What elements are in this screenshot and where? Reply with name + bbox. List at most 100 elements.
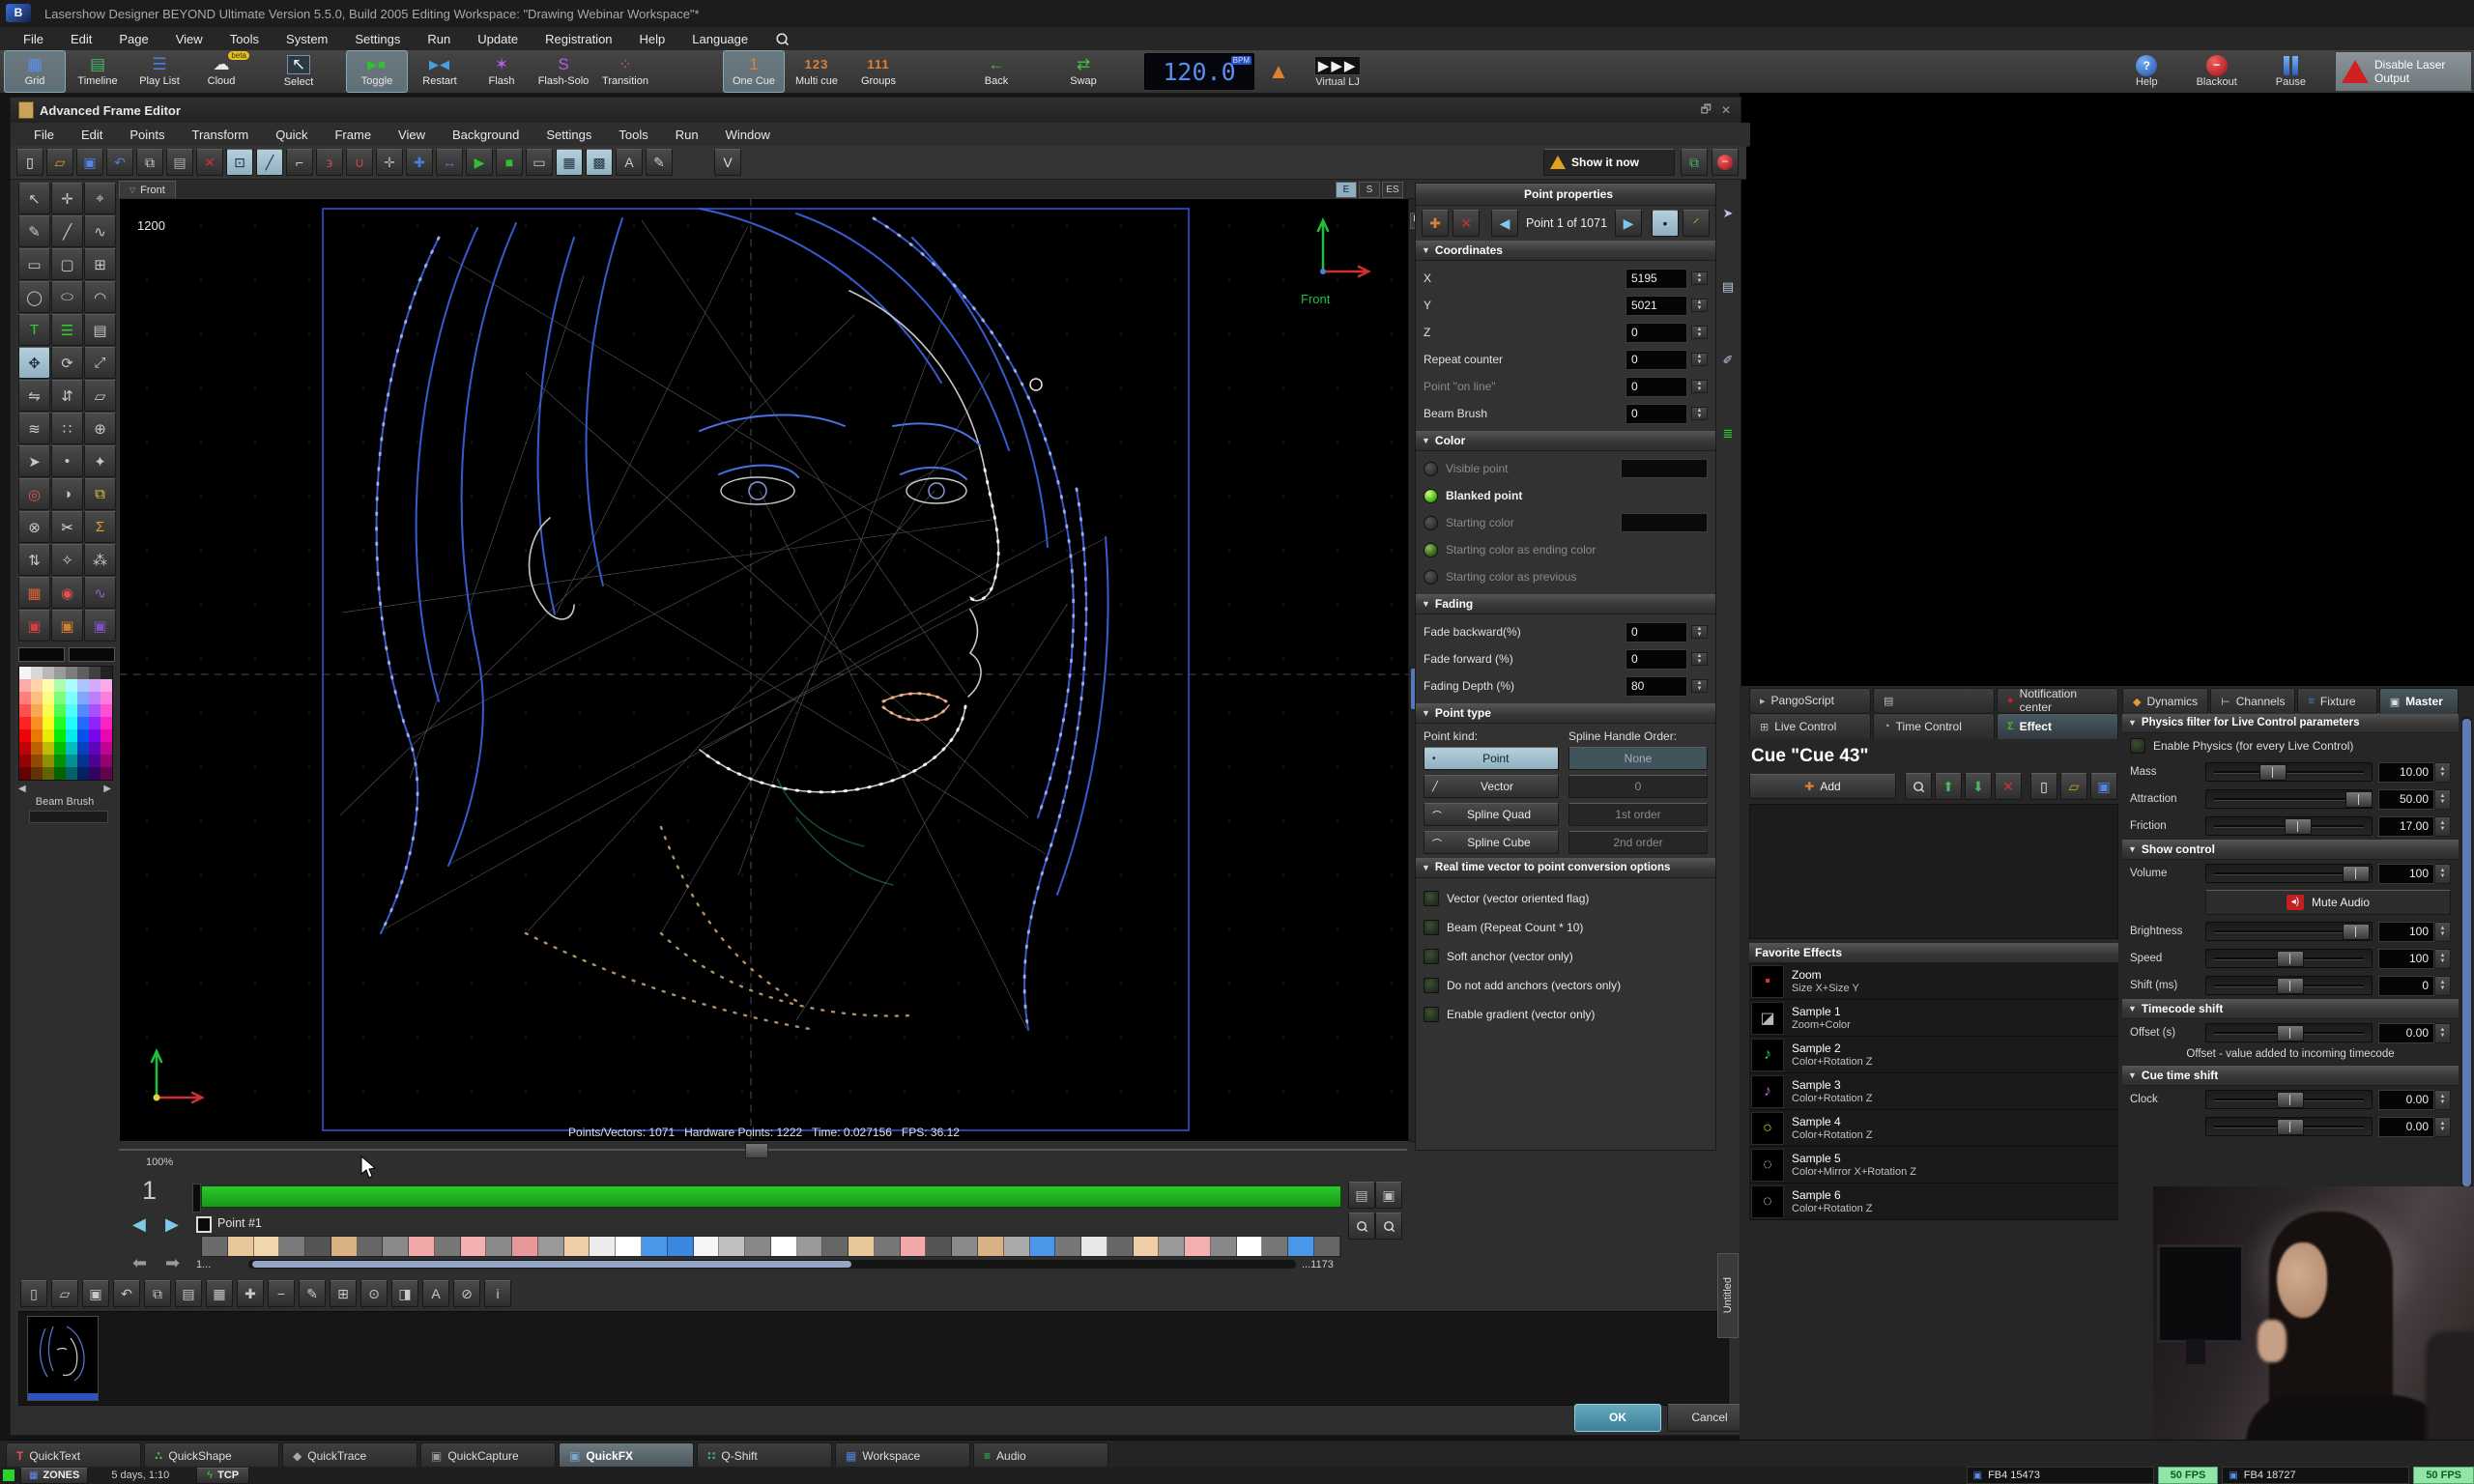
rounded-rect-tool-button[interactable]: ▢ xyxy=(51,248,83,280)
point-kind-vector[interactable]: ╱Vector xyxy=(1424,775,1559,798)
timeline-green-bar[interactable] xyxy=(201,1185,1341,1208)
palette-swatch[interactable] xyxy=(31,742,43,755)
notification-center-tab[interactable]: ●Notification center xyxy=(1997,688,2118,712)
rt-option-do-not-add-anchors-vectors-only[interactable]: Do not add anchors (vectors only) xyxy=(1416,971,1715,1000)
ok-button[interactable]: OK xyxy=(1574,1404,1661,1432)
palette-swatch[interactable] xyxy=(31,717,43,729)
menu-item-registration[interactable]: Registration xyxy=(532,29,625,49)
speed-value[interactable]: 100 xyxy=(2378,949,2434,969)
multi-cue-button[interactable]: 123Multi cue xyxy=(787,51,847,92)
palette-swatch[interactable] xyxy=(54,755,66,767)
nav-next-point-icon[interactable]: ▶ xyxy=(165,1214,179,1235)
copy-button[interactable]: ⧉ xyxy=(136,149,163,176)
time-control-tab[interactable]: ◔Time Control xyxy=(1873,713,1995,739)
afe-menu-points[interactable]: Points xyxy=(116,125,178,145)
half-frame-button[interactable]: ◨ xyxy=(391,1280,418,1307)
grid-frame-button[interactable]: ▦ xyxy=(206,1280,233,1307)
afe-menu-quick[interactable]: Quick xyxy=(262,125,321,145)
palette-swatch[interactable] xyxy=(89,755,101,767)
color-palette[interactable] xyxy=(18,666,113,781)
palette-swatch[interactable] xyxy=(89,667,101,679)
fixture-tab[interactable]: ≡Fixture xyxy=(2297,688,2376,714)
grid-red-tool-button[interactable]: ▦ xyxy=(18,577,50,609)
timeline-zoom-out-button[interactable] xyxy=(1375,1213,1402,1240)
palette-swatch[interactable] xyxy=(89,767,101,780)
swatch-red-tool-button[interactable]: ▣ xyxy=(18,610,50,642)
slider-thumb[interactable] xyxy=(2285,818,2312,835)
hatch-tool-button[interactable]: ▤ xyxy=(84,314,116,346)
palette-swatch[interactable] xyxy=(101,704,112,717)
visible-point-swatch[interactable] xyxy=(1621,459,1708,478)
enable-physics-checkbox[interactable] xyxy=(2130,738,2145,754)
slider-thumb[interactable] xyxy=(2277,951,2304,967)
palette-swatch[interactable] xyxy=(77,755,89,767)
vector-mode-button[interactable]: ╱ xyxy=(256,149,283,176)
shift-ms-spinner[interactable]: ▲▼ xyxy=(2434,976,2451,996)
palette-swatch[interactable] xyxy=(19,679,31,692)
palette-swatch[interactable] xyxy=(66,742,77,755)
delete-point-button[interactable]: ✕ xyxy=(1453,210,1480,237)
copy-frame-button[interactable]: ⧉ xyxy=(144,1280,171,1307)
palette-swatch[interactable] xyxy=(101,717,112,729)
paste-frame-button[interactable]: ▤ xyxy=(175,1280,202,1307)
save-button[interactable]: ▣ xyxy=(76,149,103,176)
palette-swatch[interactable] xyxy=(77,767,89,780)
open-effect-button[interactable]: ▱ xyxy=(2060,773,2087,800)
new-effect-button[interactable]: ▯ xyxy=(2030,773,2057,800)
frame-list-area[interactable] xyxy=(18,1311,1729,1406)
notes-icon[interactable]: ▤ xyxy=(1722,279,1734,295)
dot-tool-button[interactable]: • xyxy=(51,445,83,477)
brightness-spinner[interactable]: ▲▼ xyxy=(2434,922,2451,942)
coord-z-spinner[interactable]: ▲▼ xyxy=(1691,326,1708,339)
afe-titlebar[interactable]: Advanced Frame Editor 🗗 ✕ xyxy=(11,98,1740,124)
lines-tool-button[interactable]: ☰ xyxy=(51,314,83,346)
blackout-small-button[interactable]: − xyxy=(1712,149,1739,176)
afe-menu-transform[interactable]: Transform xyxy=(179,125,263,145)
afe-menu-tools[interactable]: Tools xyxy=(605,125,661,145)
palette-swatch[interactable] xyxy=(43,729,54,742)
favorite-effect-sample-4[interactable]: ○Sample 4Color+Rotation Z xyxy=(1749,1110,2118,1147)
one-cue-button[interactable]: 1One Cue xyxy=(723,50,785,93)
friction-value[interactable]: 17.00 xyxy=(2378,816,2434,837)
favorite-effect-sample-6[interactable]: ◌Sample 6Color+Rotation Z xyxy=(1749,1184,2118,1220)
coord-point-on-line-spinner[interactable]: ▲▼ xyxy=(1691,380,1708,393)
palette-swatch[interactable] xyxy=(19,692,31,704)
speed-spinner[interactable]: ▲▼ xyxy=(2434,949,2451,969)
brightness-slider[interactable] xyxy=(2205,922,2373,941)
color-option-starting-color-as-previous[interactable]: Starting color as previous xyxy=(1416,563,1715,590)
afe-menu-view[interactable]: View xyxy=(385,125,439,145)
clock-slider[interactable] xyxy=(2205,1090,2373,1109)
tab-quickfx[interactable]: ▣QuickFX xyxy=(559,1442,694,1469)
page-next-icon[interactable]: ➡ xyxy=(165,1253,180,1273)
palette-swatch[interactable] xyxy=(77,729,89,742)
friction-slider[interactable] xyxy=(2205,816,2373,836)
volume-spinner[interactable]: ▲▼ xyxy=(2434,864,2451,884)
color-option-blanked-point[interactable]: Blanked point xyxy=(1416,482,1715,509)
coord-y-value[interactable]: 5021 xyxy=(1625,296,1687,316)
point-color-strip[interactable] xyxy=(201,1236,1341,1257)
frame-grid-tool-button[interactable]: ⊞ xyxy=(84,248,116,280)
corner-button-e[interactable]: E xyxy=(1336,182,1357,198)
blackout-button[interactable]: − Blackout xyxy=(2197,55,2237,88)
slider-thumb[interactable] xyxy=(2343,924,2370,940)
coord-x-value[interactable]: 5195 xyxy=(1625,269,1687,289)
palette-swatch[interactable] xyxy=(43,755,54,767)
fading-fade-backward-spinner[interactable]: ▲▼ xyxy=(1691,625,1708,639)
skew-tool-button[interactable]: ▱ xyxy=(84,380,116,412)
add-point-button[interactable]: ✚ xyxy=(406,149,433,176)
ring-tool-button[interactable]: ◎ xyxy=(18,478,50,510)
select-tool-button[interactable]: ↖ xyxy=(18,183,50,214)
extra-value[interactable]: 0.00 xyxy=(2378,1117,2434,1137)
fading-fade-backward-value[interactable]: 0 xyxy=(1625,622,1687,642)
help-button[interactable]: ? Help xyxy=(2136,55,2158,88)
channels-tab[interactable]: ⊢Channels xyxy=(2210,688,2295,714)
tab-quickcapture[interactable]: ▣QuickCapture xyxy=(420,1442,556,1469)
palette-swatch[interactable] xyxy=(66,704,77,717)
afe-menu-edit[interactable]: Edit xyxy=(68,125,116,145)
palette-swatch[interactable] xyxy=(54,679,66,692)
letters-button[interactable]: A xyxy=(616,149,643,176)
live-control-tab[interactable]: ⊞Live Control xyxy=(1749,713,1871,739)
save-effect-button[interactable]: ▣ xyxy=(2090,773,2117,800)
palette-swatch[interactable] xyxy=(89,729,101,742)
fading-fade-forward-spinner[interactable]: ▲▼ xyxy=(1691,652,1708,666)
